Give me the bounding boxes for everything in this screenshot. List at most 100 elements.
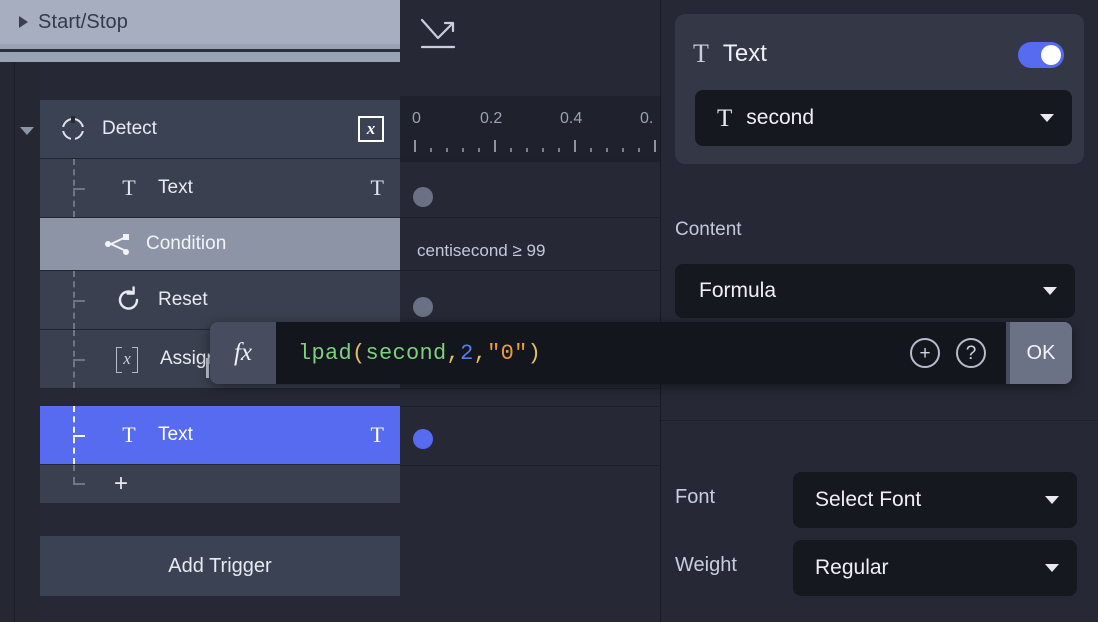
chevron-down-icon xyxy=(1045,564,1059,572)
timeline-tracks: centisecond ≥ 99 xyxy=(400,162,661,622)
ruler-tick xyxy=(622,148,624,152)
ruler-tick-label: 0.2 xyxy=(480,110,503,127)
chevron-down-icon xyxy=(1043,287,1057,295)
formula-token: second xyxy=(365,340,447,366)
group-header-start-stop[interactable]: Start/Stop xyxy=(0,0,400,44)
keyframe-dot[interactable] xyxy=(413,297,433,317)
gutter-rail xyxy=(14,62,15,622)
ruler-tick xyxy=(526,148,528,152)
formula-token: ( xyxy=(352,340,366,366)
properties-section-divider xyxy=(661,420,1098,421)
track-row-reset[interactable]: Reset xyxy=(40,271,400,329)
track-label: Reset xyxy=(158,289,208,310)
ok-button[interactable]: OK xyxy=(1010,322,1072,384)
plus-circle-icon[interactable]: + xyxy=(910,338,940,368)
triangle-down-icon[interactable] xyxy=(14,118,40,144)
formula-token: ) xyxy=(527,340,542,366)
formula-editor-bar: fx lpad(second,2,"0") + ? OK xyxy=(210,322,1072,384)
target-select[interactable]: T second xyxy=(695,90,1072,146)
group-title: Start/Stop xyxy=(38,10,128,33)
font-label: Font xyxy=(675,486,716,508)
content-select-value: Formula xyxy=(699,279,777,302)
ruler-tick-label: 0 xyxy=(412,110,421,127)
card-title: Text xyxy=(722,40,767,67)
ruler-tick xyxy=(638,148,640,152)
track-row-detect[interactable]: Detect x xyxy=(40,100,400,158)
timeline-row-divider xyxy=(400,270,661,271)
tree-line xyxy=(73,435,85,437)
ok-label: OK xyxy=(1026,341,1056,364)
condition-expression-label: centisecond ≥ 99 xyxy=(417,241,546,260)
text-type-icon[interactable]: T xyxy=(371,424,384,446)
formula-input[interactable]: lpad(second,2,"0") xyxy=(276,322,1006,384)
branch-icon xyxy=(102,232,132,256)
text-t-icon: T xyxy=(693,39,709,68)
card-header: T Text xyxy=(693,40,767,68)
text-t-icon: T xyxy=(122,175,136,200)
keyframe-dot-selected[interactable] xyxy=(413,429,433,449)
track-row-text-1[interactable]: T Text T xyxy=(40,159,400,217)
font-select[interactable]: Select Font xyxy=(793,472,1077,528)
add-trigger-button[interactable]: Add Trigger xyxy=(40,536,400,596)
ruler-tick xyxy=(558,148,560,152)
timeline-row-divider xyxy=(400,158,661,159)
group-scroll-strip-bottom[interactable] xyxy=(0,52,400,62)
enable-toggle[interactable] xyxy=(1018,42,1064,68)
text-t-icon: T xyxy=(717,104,733,132)
weight-select[interactable]: Regular xyxy=(793,540,1077,596)
weight-select-value: Regular xyxy=(815,556,889,579)
timeline-editor-window: Start/Stop Detect x T Text T Condition R… xyxy=(0,0,1098,622)
timeline-ruler[interactable]: 0 0.2 0.4 0. xyxy=(400,96,661,162)
target-select-value: second xyxy=(746,106,814,129)
track-label: Condition xyxy=(146,233,227,254)
ruler-tick-labels: 0 0.2 0.4 0. xyxy=(400,110,661,134)
tree-line xyxy=(73,300,85,302)
toggle-knob xyxy=(1041,45,1061,65)
text-cursor xyxy=(206,358,209,378)
track-row-text-2[interactable]: T Text T xyxy=(40,406,400,464)
ruler-tick-label: 0.4 xyxy=(560,110,583,127)
ruler-tick xyxy=(478,148,480,152)
ruler-tick xyxy=(574,140,576,152)
track-label: Detect xyxy=(102,118,157,139)
reset-loop-icon xyxy=(114,286,144,314)
left-gutter xyxy=(0,62,41,622)
formula-token: lpad xyxy=(298,340,353,366)
ruler-tick xyxy=(606,148,608,152)
tree-line xyxy=(73,188,85,190)
fx-icon: fx xyxy=(233,339,253,366)
crosshair-icon xyxy=(58,116,88,142)
timeline-pane: 0 0.2 0.4 0. centisecond ≥ 99 xyxy=(400,0,661,622)
formula-token: , xyxy=(473,340,488,366)
tree-line xyxy=(73,465,75,483)
keyframe-dot[interactable] xyxy=(413,187,433,207)
chevron-down-icon xyxy=(1045,496,1059,504)
variable-badge-button[interactable]: x xyxy=(358,116,384,142)
timeline-row-divider xyxy=(400,388,661,389)
text-type-icon[interactable]: T xyxy=(371,177,384,199)
question-circle-icon[interactable]: ? xyxy=(956,338,986,368)
row-divider xyxy=(40,388,400,389)
ruler-tick xyxy=(446,148,448,152)
ruler-tick-label: 0. xyxy=(640,110,654,127)
formula-token: , xyxy=(446,340,461,366)
timeline-row-divider xyxy=(400,217,661,218)
formula-token: 2 xyxy=(460,340,474,366)
triangle-right-icon[interactable] xyxy=(8,16,38,28)
plus-icon: + xyxy=(114,470,129,497)
content-select[interactable]: Formula xyxy=(675,264,1075,318)
ease-curve-icon[interactable] xyxy=(418,14,462,54)
ruler-tick xyxy=(414,140,416,152)
ruler-tick xyxy=(510,148,512,152)
ruler-tick xyxy=(462,148,464,152)
add-trigger-label: Add Trigger xyxy=(168,554,272,577)
ruler-tick xyxy=(494,140,496,152)
ruler-tick xyxy=(654,140,656,152)
content-label: Content xyxy=(675,219,742,240)
ruler-tick xyxy=(590,148,592,152)
track-row-condition[interactable]: Condition xyxy=(40,218,400,270)
chevron-down-icon xyxy=(1040,114,1054,122)
track-row-add-action[interactable]: + xyxy=(40,465,400,503)
timeline-row-divider xyxy=(400,465,661,466)
weight-label: Weight xyxy=(675,554,737,576)
